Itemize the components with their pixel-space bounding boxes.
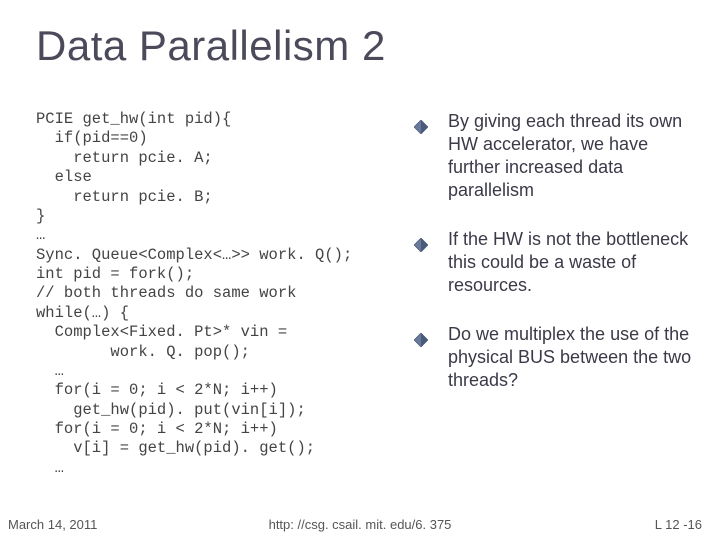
- footer-page: L 12 -16: [655, 517, 702, 532]
- diamond-bullet-icon: [414, 328, 438, 347]
- slide-content: PCIE get_hw(int pid){ if(pid==0) return …: [36, 110, 700, 500]
- list-item: By giving each thread its own HW acceler…: [414, 110, 700, 202]
- list-item: If the HW is not the bottleneck this cou…: [414, 228, 700, 297]
- list-item: Do we multiplex the use of the physical …: [414, 323, 700, 392]
- diamond-bullet-icon: [414, 233, 438, 252]
- bullet-text: Do we multiplex the use of the physical …: [448, 323, 700, 392]
- footer-url: http: //csg. csail. mit. edu/6. 375: [0, 517, 720, 532]
- bullet-text: If the HW is not the bottleneck this cou…: [448, 228, 700, 297]
- slide-title: Data Parallelism 2: [0, 0, 720, 70]
- code-block: PCIE get_hw(int pid){ if(pid==0) return …: [36, 110, 406, 500]
- bullet-list: By giving each thread its own HW acceler…: [406, 110, 700, 500]
- bullet-text: By giving each thread its own HW acceler…: [448, 110, 700, 202]
- diamond-bullet-icon: [414, 115, 438, 134]
